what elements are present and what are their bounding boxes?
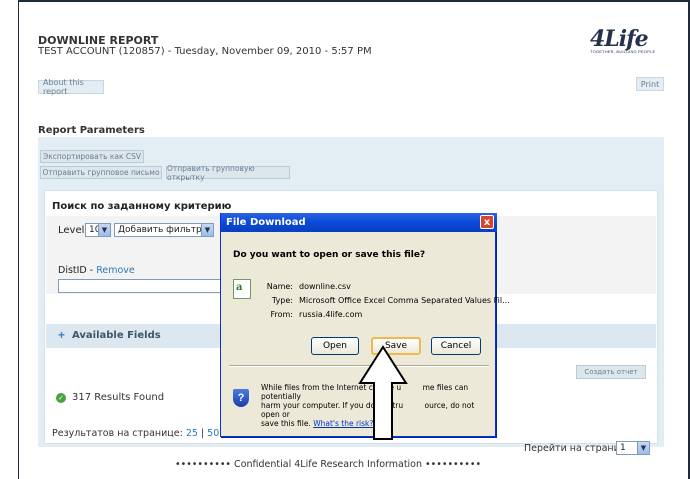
results-count: ✓ 317 Results Found: [56, 392, 164, 403]
confidential-footer: •••••••••• Confidential 4Life Research I…: [175, 459, 482, 470]
file-name-value: downline.csv: [299, 282, 351, 291]
close-icon[interactable]: x: [480, 215, 494, 229]
dialog-title: File Download: [226, 217, 306, 228]
plus-icon[interactable]: +: [58, 328, 65, 342]
file-from-value: russia.4life.com: [299, 310, 363, 319]
chevron-down-icon: ▼: [637, 442, 649, 454]
logo-tagline: TOGETHER, BUILDING PEOPLE: [590, 49, 656, 54]
file-name-label: Name:: [266, 282, 293, 291]
dialog-question: Do you want to open or save this file?: [233, 250, 426, 260]
brand-logo: 4Life TOGETHER, BUILDING PEOPLE: [590, 26, 660, 60]
per-page-25[interactable]: 25: [186, 428, 198, 439]
level-select[interactable]: 10 ▼: [85, 223, 111, 237]
check-circle-icon: ✓: [56, 392, 66, 403]
chevron-down-icon: ▼: [201, 224, 213, 236]
results-per-page: Результатов на странице: 25 | 50 | 100: [52, 428, 247, 439]
add-filters-value: Добавить фильтры: [118, 225, 209, 235]
about-report-button[interactable]: About this report: [38, 78, 104, 96]
distid-label: DistID: [58, 265, 87, 276]
file-from-label: From:: [270, 310, 293, 319]
cancel-button[interactable]: Cancel: [431, 337, 481, 355]
goto-page-select[interactable]: 1 ▼: [616, 441, 650, 455]
dialog-title-bar[interactable]: File Download x: [221, 213, 497, 232]
open-button[interactable]: Open: [311, 337, 359, 355]
level-label: Level: [58, 225, 85, 236]
security-shield-icon: ?: [233, 389, 249, 407]
remove-link[interactable]: Remove: [96, 265, 135, 276]
per-page-label: Результатов на странице:: [52, 428, 183, 439]
report-subtitle: TEST ACCOUNT (120857) - Tuesday, Novembe…: [38, 46, 372, 57]
send-group-card-button[interactable]: Отправить групповую открытку: [166, 164, 290, 182]
add-filters-select[interactable]: Добавить фильтры ▼: [114, 223, 214, 237]
chevron-down-icon: ▼: [98, 224, 110, 236]
report-parameters-title: Report Parameters: [38, 125, 145, 136]
results-count-text: 317 Results Found: [72, 392, 165, 403]
distid-row: DistID - Remove: [58, 265, 135, 276]
export-csv-button[interactable]: Экспортировать как CSV: [40, 150, 144, 163]
send-group-email-button[interactable]: Отправить групповое письмо: [40, 166, 162, 179]
per-page-50[interactable]: 50: [207, 428, 219, 439]
file-type-value: Microsoft Office Excel Comma Separated V…: [299, 296, 510, 305]
search-heading: Поиск по заданному критерию: [52, 201, 232, 212]
pointer-arrow-icon: [358, 345, 408, 440]
available-fields-label: Available Fields: [72, 330, 161, 341]
distid-input[interactable]: [58, 279, 228, 293]
print-button[interactable]: Print: [636, 77, 664, 91]
create-report-button[interactable]: Создать отчет: [576, 365, 646, 379]
goto-page-value: 1: [620, 443, 626, 453]
file-type-label: Type:: [271, 296, 293, 305]
